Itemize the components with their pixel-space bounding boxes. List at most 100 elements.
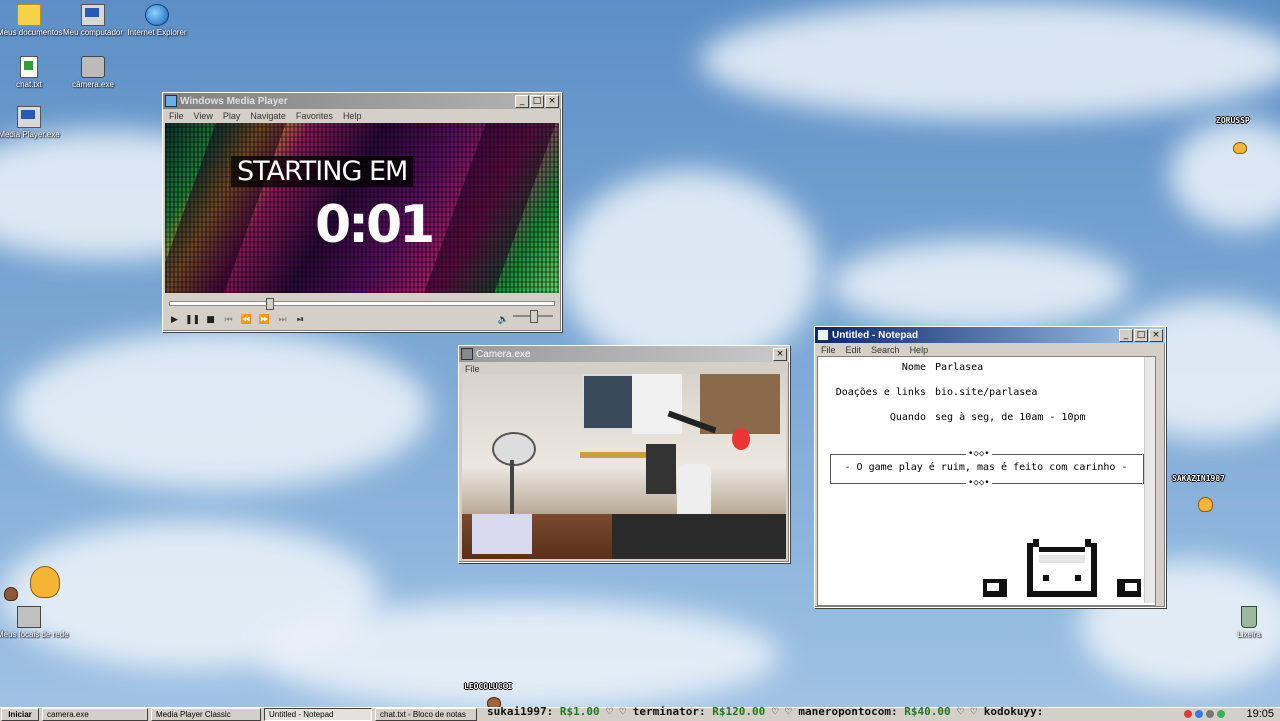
tray-icon[interactable] [1184,710,1193,718]
info-key: Nome [901,362,926,373]
desktop-icon-network[interactable]: Meus locais de rede [0,606,69,639]
camera-titlebar[interactable]: Camera.exe × [459,346,789,362]
desktop-icon-internet-explorer[interactable]: Internet Explorer [125,4,189,37]
menu-play[interactable]: Play [223,111,241,121]
desktop-icon-camera-exe[interactable]: câmera.exe [61,56,125,89]
start-button[interactable]: Iniciar [1,708,39,721]
desktop-icon-recycle-bin[interactable]: Lixeira [1217,606,1280,639]
tray-icon[interactable] [1217,710,1226,718]
seek-thumb[interactable] [266,298,274,310]
vertical-scrollbar[interactable] [1144,357,1155,603]
desktop-icon-label: Meus documentos [0,28,63,37]
taskbar-button-media-player[interactable]: Media Player Classic [151,708,261,721]
donor-name: kodokuyy: [983,705,1044,718]
media-player-window[interactable]: Windows Media Player _ □ × File View Pla… [162,92,562,332]
heart-icon: ♡ ♡ [599,705,633,718]
taskbar-button-camera[interactable]: camera.exe [42,708,148,721]
playback-controls: ▶ ❚❚ ■ ⏮ ⏪ ⏩ ⏭ ⏯ 🔈 [167,310,559,329]
info-row: Quando seg à seg, de 10am - 10pm [821,412,1086,424]
menu-favorites[interactable]: Favorites [296,111,333,121]
notepad-text-area[interactable]: Nome Parlasea Doações e links bio.site/par… [817,356,1156,606]
menu-help[interactable]: Help [343,111,362,121]
info-row: Doações e links bio.site/parlasea [821,387,1038,399]
close-button[interactable]: × [545,94,559,108]
camera-icon [461,348,473,360]
media-player-titlebar[interactable]: Windows Media Player _ □ × [163,93,561,109]
volume-thumb[interactable] [530,310,538,323]
rewind-button[interactable]: ⏪ [239,313,254,327]
donation-amount: R$1.00 [559,705,600,718]
taskbar-button-chat-txt[interactable]: chat.txt - Bloco de notas [375,708,477,721]
info-row: Nome Parlasea [821,362,983,374]
desktop-icon-label: câmera.exe [72,80,114,89]
system-tray: 19:05 [1156,708,1280,720]
notepad-window[interactable]: Untitled - Notepad _ □ × File Edit Searc… [814,326,1166,608]
menu-edit[interactable]: Edit [846,345,862,355]
chicken-mascot-icon [30,566,60,598]
menu-file[interactable]: File [465,364,480,374]
desktop-icon-label: chat.txt [16,80,42,89]
viewer-chick-icon [4,587,18,601]
desktop-icon-my-documents[interactable]: Meus documentos [0,4,63,37]
close-button[interactable]: × [1149,328,1163,342]
info-value: seg à seg, de 10am - 10pm [935,412,1086,423]
window-title: Camera.exe [476,348,531,360]
donor-name: terminator: [632,705,713,718]
computer-icon [81,4,105,26]
menu-help[interactable]: Help [910,345,929,355]
motto-text: - O game play é ruim, mas é feito com ca… [844,462,1128,473]
maximize-button[interactable]: □ [1134,328,1148,342]
close-button[interactable]: × [773,347,787,361]
recycle-bin-icon [1241,606,1257,628]
taskbar-button-notepad[interactable]: Untitled - Notepad [264,708,372,721]
fast-forward-button[interactable]: ⏩ [257,313,272,327]
video-area[interactable]: STARTING EM 0:01 [165,123,559,293]
camera-window[interactable]: Camera.exe × File [458,345,790,563]
play-button[interactable]: ▶ [167,313,182,327]
info-value: Parlasea [935,362,984,373]
tray-icon[interactable] [1195,710,1204,718]
step-button[interactable]: ⏯ [293,313,308,327]
donation-ticker: sukai1997: R$1.00 ♡ ♡ terminator: R$120.… [487,704,1160,720]
network-icon [17,606,41,628]
menu-navigate[interactable]: Navigate [250,111,286,121]
starting-overlay-text: STARTING EM [231,156,414,187]
notepad-titlebar[interactable]: Untitled - Notepad _ □ × [815,327,1165,343]
menu-file[interactable]: File [169,111,184,121]
desktop-icon-label: Meu computador [62,28,124,37]
notepad-icon [817,329,829,341]
menu-file[interactable]: File [821,345,836,355]
minimize-button[interactable]: _ [515,94,529,108]
stop-button[interactable]: ■ [203,313,218,327]
volume-icon[interactable]: 🔈 [496,313,511,327]
viewer-chick-icon [1233,142,1247,154]
previous-icon[interactable]: ⏮ [221,313,236,327]
donor-name: maneropontocom: [798,705,905,718]
pause-button[interactable]: ❚❚ [185,313,200,327]
seek-bar[interactable] [169,298,555,310]
tray-icon[interactable] [1206,710,1215,718]
text-file-icon [20,56,38,78]
media-player-icon [165,95,177,107]
desktop-icon-label: Lixeira [1237,630,1261,639]
menu-search[interactable]: Search [871,345,900,355]
desktop-icon-chat-txt[interactable]: chat.txt [0,56,61,89]
viewer-name: ZORUSSP [1216,116,1250,125]
desktop-icon-label: Internet Explorer [127,28,187,37]
info-key: Quando [889,412,926,423]
media-player-menubar: File View Play Navigate Favorites Help [163,109,561,123]
maximize-button[interactable]: □ [530,94,544,108]
webcam-feed [462,374,786,559]
next-icon[interactable]: ⏭ [275,313,290,327]
minimize-button[interactable]: _ [1119,328,1133,342]
internet-explorer-icon [145,4,169,26]
info-key: Doações e links [835,387,926,398]
notepad-menubar: File Edit Search Help [815,343,1165,357]
desktop-icon-my-computer[interactable]: Meu computador [61,4,125,37]
donation-amount: R$120.00 [712,705,766,718]
window-title: Windows Media Player [180,95,288,107]
desktop-icon-media-player[interactable]: Media Player.exe [0,106,61,139]
desktop-icon-label: Meus locais de rede [0,630,69,639]
menu-view[interactable]: View [194,111,213,121]
volume-slider[interactable] [513,310,553,323]
